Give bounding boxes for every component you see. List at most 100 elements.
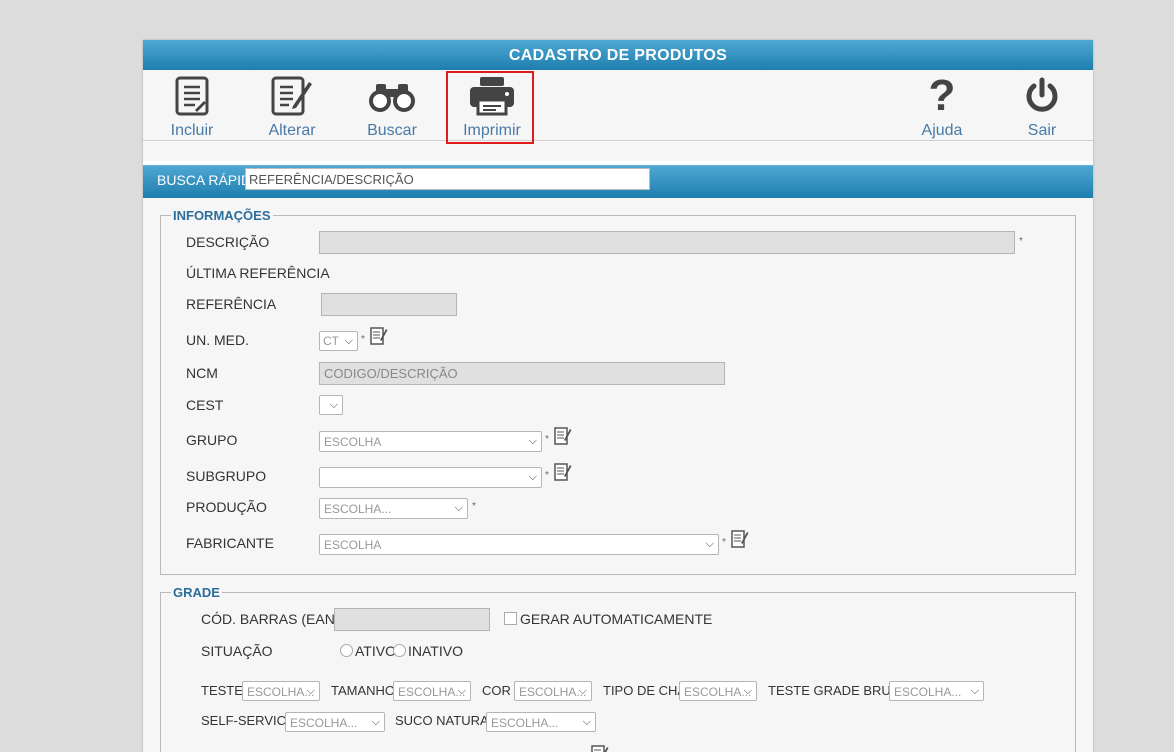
ajuda-label: Ajuda bbox=[921, 122, 963, 139]
self-service-select[interactable]: ESCOLHA... ⌵ bbox=[285, 712, 385, 732]
ativo-radio[interactable] bbox=[340, 644, 353, 657]
buscar-button[interactable]: Buscar bbox=[352, 70, 432, 140]
product-form-window: CADASTRO DE PRODUTOS Incluir Alterar Bus… bbox=[143, 40, 1093, 752]
quick-search-bar: BUSCA RÁPIDA bbox=[143, 161, 1093, 198]
chevron-down-icon: ⌵ bbox=[306, 685, 315, 697]
producao-value: ESCOLHA... bbox=[324, 502, 392, 516]
ativo-label: ATIVO bbox=[355, 643, 396, 659]
descricao-field[interactable] bbox=[319, 231, 1015, 254]
chevron-down-icon: ⌵ bbox=[528, 435, 537, 447]
edit-document-icon[interactable] bbox=[554, 462, 572, 482]
teste-select[interactable]: ESCOLHA... ⌵ bbox=[242, 681, 320, 701]
un-med-label: UN. MED. bbox=[186, 332, 249, 348]
tamanho-label: TAMANHO bbox=[331, 683, 396, 698]
required-mark: * bbox=[472, 501, 476, 512]
inativo-label: INATIVO bbox=[408, 643, 463, 659]
fabricante-label: FABRICANTE bbox=[186, 535, 274, 551]
sair-label: Sair bbox=[1027, 122, 1057, 139]
situacao-label: SITUAÇÃO bbox=[201, 643, 273, 659]
suco-natural-label: SUCO NATURAL bbox=[395, 713, 496, 728]
subgrupo-label: SUBGRUPO bbox=[186, 468, 267, 484]
teste-label: TESTE bbox=[201, 683, 243, 698]
tipo-de-cha-label: TIPO DE CHA bbox=[603, 683, 687, 698]
question-icon: ? bbox=[928, 71, 956, 120]
chevron-down-icon: ⌵ bbox=[454, 502, 463, 514]
sair-button[interactable]: Sair bbox=[1002, 70, 1082, 140]
self-service-label: SELF-SERVICE bbox=[201, 713, 295, 728]
tamanho-value: ESCOLHA... bbox=[398, 685, 466, 699]
cod-barras-label: CÓD. BARRAS (EAN13) bbox=[201, 611, 356, 627]
tipo-de-cha-select[interactable]: ESCOLHA... ⌵ bbox=[679, 681, 757, 701]
chevron-down-icon: ⌵ bbox=[705, 538, 714, 550]
cest-label: CEST bbox=[186, 397, 224, 413]
window-title: CADASTRO DE PRODUTOS bbox=[143, 40, 1093, 70]
quick-search-input[interactable] bbox=[245, 168, 650, 190]
required-mark: * bbox=[545, 470, 549, 481]
imprimir-label: Imprimir bbox=[463, 122, 521, 139]
buscar-label: Buscar bbox=[367, 122, 417, 139]
gerar-automaticamente-label: GERAR AUTOMATICAMENTE bbox=[520, 611, 713, 627]
ncm-label: NCM bbox=[186, 365, 218, 381]
fabricante-value: ESCOLHA bbox=[324, 538, 382, 552]
fabricante-select[interactable]: ESCOLHA ⌵ bbox=[319, 534, 719, 555]
edit-document-icon[interactable] bbox=[554, 426, 572, 446]
edit-document-icon[interactable] bbox=[591, 744, 609, 752]
toolbar: Incluir Alterar Buscar Imprimir ? Ajuda bbox=[143, 70, 1093, 141]
chevron-down-icon: ⌵ bbox=[578, 685, 587, 697]
ncm-field[interactable]: CODIGO/DESCRIÇÃO bbox=[319, 362, 725, 385]
tamanho-select[interactable]: ESCOLHA... ⌵ bbox=[393, 681, 471, 701]
incluir-button[interactable]: Incluir bbox=[152, 70, 232, 140]
grupo-select[interactable]: ESCOLHA ⌵ bbox=[319, 431, 542, 452]
referencia-field[interactable] bbox=[321, 293, 457, 316]
ajuda-button[interactable]: ? Ajuda bbox=[902, 70, 982, 140]
cest-select[interactable]: ⌵ bbox=[319, 395, 343, 415]
chevron-down-icon: ⌵ bbox=[743, 685, 752, 697]
edit-document-icon[interactable] bbox=[731, 529, 749, 549]
un-med-select[interactable]: CT ⌵ bbox=[319, 331, 358, 351]
informacoes-fieldset: INFORMAÇÕES bbox=[160, 208, 1076, 575]
required-mark: * bbox=[361, 334, 365, 345]
binoculars-icon bbox=[352, 75, 432, 117]
referencia-label: REFERÊNCIA bbox=[186, 296, 277, 312]
incluir-label: Incluir bbox=[170, 122, 214, 139]
required-mark: * bbox=[722, 537, 726, 548]
descricao-label: DESCRIÇÃO bbox=[186, 234, 270, 250]
required-mark: * bbox=[1019, 236, 1023, 247]
chevron-down-icon: ⌵ bbox=[582, 716, 591, 728]
chevron-down-icon: ⌵ bbox=[457, 685, 466, 697]
grupo-label: GRUPO bbox=[186, 432, 238, 448]
power-icon bbox=[1002, 75, 1082, 117]
teste-grade-bruno-select[interactable]: ESCOLHA... ⌵ bbox=[889, 681, 984, 701]
cod-barras-field[interactable] bbox=[334, 608, 490, 631]
gerar-automaticamente-checkbox[interactable] bbox=[504, 612, 517, 625]
subgrupo-select[interactable]: ⌵ bbox=[319, 467, 542, 488]
self-service-value: ESCOLHA... bbox=[290, 716, 358, 730]
cor-value: ESCOLHA... bbox=[519, 685, 587, 699]
chevron-down-icon: ⌵ bbox=[970, 685, 979, 697]
edit-document-icon[interactable] bbox=[370, 326, 388, 346]
cor-label: COR bbox=[482, 683, 511, 698]
teste-value: ESCOLHA... bbox=[247, 685, 315, 699]
grupo-value: ESCOLHA bbox=[324, 435, 382, 449]
informacoes-legend: INFORMAÇÕES bbox=[173, 208, 271, 223]
producao-label: PRODUÇÃO bbox=[186, 499, 267, 515]
suco-natural-select[interactable]: ESCOLHA... ⌵ bbox=[486, 712, 596, 732]
chevron-down-icon: ⌵ bbox=[344, 335, 353, 347]
teste-grade-bruno-value: ESCOLHA... bbox=[894, 685, 962, 699]
inativo-radio[interactable] bbox=[393, 644, 406, 657]
ultima-referencia-label: ÚLTIMA REFERÊNCIA bbox=[186, 265, 330, 281]
grade-legend: GRADE bbox=[173, 585, 220, 600]
edit-document-icon bbox=[252, 75, 332, 117]
document-icon bbox=[152, 75, 232, 117]
cor-select[interactable]: ESCOLHA... ⌵ bbox=[514, 681, 592, 701]
required-mark: * bbox=[545, 434, 549, 445]
suco-natural-value: ESCOLHA... bbox=[491, 716, 559, 730]
printer-icon bbox=[452, 75, 532, 117]
alterar-button[interactable]: Alterar bbox=[252, 70, 332, 140]
chevron-down-icon: ⌵ bbox=[371, 716, 380, 728]
imprimir-button[interactable]: Imprimir bbox=[452, 70, 532, 140]
un-med-value: CT bbox=[323, 334, 339, 348]
producao-select[interactable]: ESCOLHA... ⌵ bbox=[319, 498, 468, 519]
chevron-down-icon: ⌵ bbox=[528, 471, 537, 483]
chevron-down-icon: ⌵ bbox=[329, 399, 338, 411]
